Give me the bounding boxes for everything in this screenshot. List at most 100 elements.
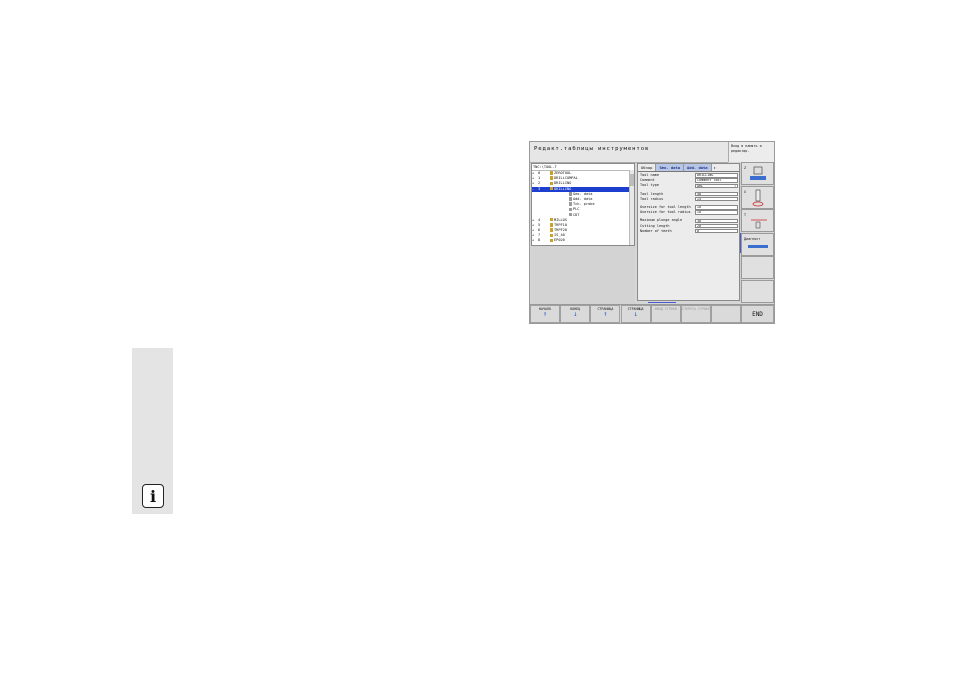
bottom-softkey-3[interactable]: СТРАНИЦА ↓ [620, 305, 651, 323]
tool-detail-panel: Обзор Geo. data Add. data ▸ Tool name DRILLI… [637, 163, 740, 301]
end-button[interactable]: END [741, 305, 774, 323]
arrow-up-icon: ↑ [603, 310, 608, 318]
tool-icon [550, 181, 553, 186]
tree-item-label: ZEROTOOL [554, 171, 572, 175]
bottom-softkey-5[interactable]: СТЕРЕТЬ СТРОКУ [681, 305, 711, 323]
data-node-icon [569, 197, 572, 201]
param-value: DRILLING [697, 173, 714, 178]
bottom-softkey-0[interactable]: НАЧАЛО ↑ [530, 305, 560, 323]
param-value-field[interactable]: DRL ▾ [695, 183, 738, 189]
chevron-down-icon[interactable]: ▾ [734, 185, 736, 187]
tree-item-label: CDT [572, 212, 580, 217]
tree-item-label: DRILLING [554, 181, 572, 186]
right-softkey-1[interactable]: X [741, 185, 774, 209]
probe-icon [752, 189, 764, 206]
tree-item-label: DRILLCOMPAL [554, 176, 578, 181]
tool-tree-panel: TNC:\TOOL.T +0 ZEROTOOL +1 DRILLCOMPAL +2 DRI… [531, 163, 635, 246]
data-node-icon [569, 212, 572, 217]
tool-icon [550, 186, 553, 191]
data-node-icon [569, 207, 572, 212]
tool-icon [550, 228, 553, 232]
param-value-field[interactable]: +0 [695, 210, 738, 215]
tab-scroll-icon[interactable]: ▸ [712, 164, 718, 171]
tree-item-label: MILLOS [554, 217, 567, 222]
tree-scrollbar[interactable] [629, 170, 634, 245]
screen-header: Редакт.таблицы инструментов [530, 142, 728, 163]
right-softkey-4[interactable] [741, 256, 774, 279]
tree-item-label: Add. data [572, 196, 593, 201]
tree-item-label: TRPF20 [554, 228, 567, 233]
param-value-field[interactable]: 40 [695, 191, 738, 197]
tree-item[interactable]: +8 EP020 [532, 238, 634, 243]
arrow-down-icon: ↓ [633, 310, 638, 318]
arrow-down-icon: ↓ [573, 310, 578, 318]
tab-2[interactable]: Add. data [684, 164, 712, 171]
softkey-label: ВВОД СТРОКИ [654, 307, 677, 311]
bottom-softkey-2[interactable]: СТРАНИЦА ↑ [590, 305, 621, 323]
tree-item-label: IS_40 [554, 233, 565, 238]
param-value-field[interactable]: 30 [695, 218, 738, 223]
param-value-field[interactable]: +5 [695, 197, 738, 202]
tree-path: TNC:\TOOL.T [532, 164, 634, 171]
softkey-label: T [744, 213, 747, 217]
tool-tree: +0 ZEROTOOL +1 DRILLCOMPAL +2 DRILLING -3 DRILL… [532, 171, 634, 244]
tool-icon [550, 217, 553, 222]
param-value-field[interactable]: +0 [695, 205, 738, 210]
param-value: 30 [697, 218, 702, 223]
right-softkey-3[interactable]: Диагност [741, 232, 774, 256]
bottom-softkey-1[interactable]: КОНЕЦ ↓ [560, 305, 591, 323]
param-label: Tool radius [640, 196, 664, 201]
tree-item-label: DRILLING [554, 186, 572, 191]
tree-scroll-thumb[interactable] [630, 174, 634, 186]
tree-item-label: PLC [572, 207, 580, 212]
tree-item-label: TRPF10 [554, 222, 567, 227]
param-value-field[interactable]: 0 [695, 228, 738, 234]
param-label: Number of teeth [640, 228, 672, 233]
data-node-icon [569, 202, 572, 206]
right-softkey-2[interactable]: T [741, 209, 774, 232]
right-softkey-0[interactable]: Z [741, 162, 774, 185]
tool-icon [550, 233, 553, 237]
param-value: 0 [697, 228, 700, 233]
tree-item-label: Tch. probe [572, 202, 595, 207]
empty-area [531, 246, 635, 304]
tab-0[interactable]: Обзор [638, 164, 657, 171]
side-strip: i [132, 348, 173, 514]
tool-icon [550, 238, 553, 243]
softkey-label: X [744, 189, 747, 194]
param-value-field[interactable]: DRILLING [695, 173, 738, 178]
param-value: 20 [697, 223, 702, 228]
bottom-softkey-6[interactable] [711, 305, 742, 323]
param-value: +0 [697, 210, 702, 215]
detail-tabs: Обзор Geo. data Add. data ▸ [638, 164, 739, 172]
tree-item-label: EP020 [554, 238, 565, 243]
param-value: +0 [697, 205, 702, 210]
tab-1[interactable]: Geo. data [656, 164, 685, 171]
mode-indicator: Вход в память и редактир. [728, 142, 774, 162]
arrow-up-icon: ↑ [542, 310, 548, 318]
param-value: 40 [697, 191, 702, 196]
param-value-field[interactable]: Comment Tool [695, 178, 738, 183]
param-value-field[interactable]: 20 [695, 223, 738, 229]
param-row: Tool radius +5 [638, 197, 739, 202]
param-label: Oversize for tool radius [640, 210, 691, 215]
tool-holder-icon [750, 166, 766, 180]
tree-item-label: Geo. data [572, 191, 593, 196]
param-row: Tool type DRL ▾ [638, 183, 739, 189]
right-softkeys: Z X T Диагност [741, 162, 774, 303]
param-value: DRL [697, 183, 704, 188]
info-icon: i [142, 484, 164, 508]
tool-number: 8 [538, 238, 541, 243]
tool-icon [550, 223, 553, 227]
tool-measure-icon [751, 219, 767, 229]
softkey-label: СТЕРЕТЬ СТРОКУ [682, 307, 710, 311]
progress-line [648, 302, 676, 303]
tool-icon [550, 176, 553, 180]
bottom-softkeys: СТЕРЕТЬ СТРОКУ ВВОД СТРОКИ СТРАНИЦА ↓ СТРАНИ… [530, 304, 774, 323]
tool-icon [550, 171, 553, 175]
bottom-softkey-4[interactable]: ВВОД СТРОКИ [650, 305, 681, 323]
screen-title: Редакт.таблицы инструментов [534, 146, 650, 152]
softkey-label: Диагност [744, 236, 761, 241]
right-softkey-5[interactable] [741, 279, 774, 303]
data-node-icon [569, 192, 572, 196]
